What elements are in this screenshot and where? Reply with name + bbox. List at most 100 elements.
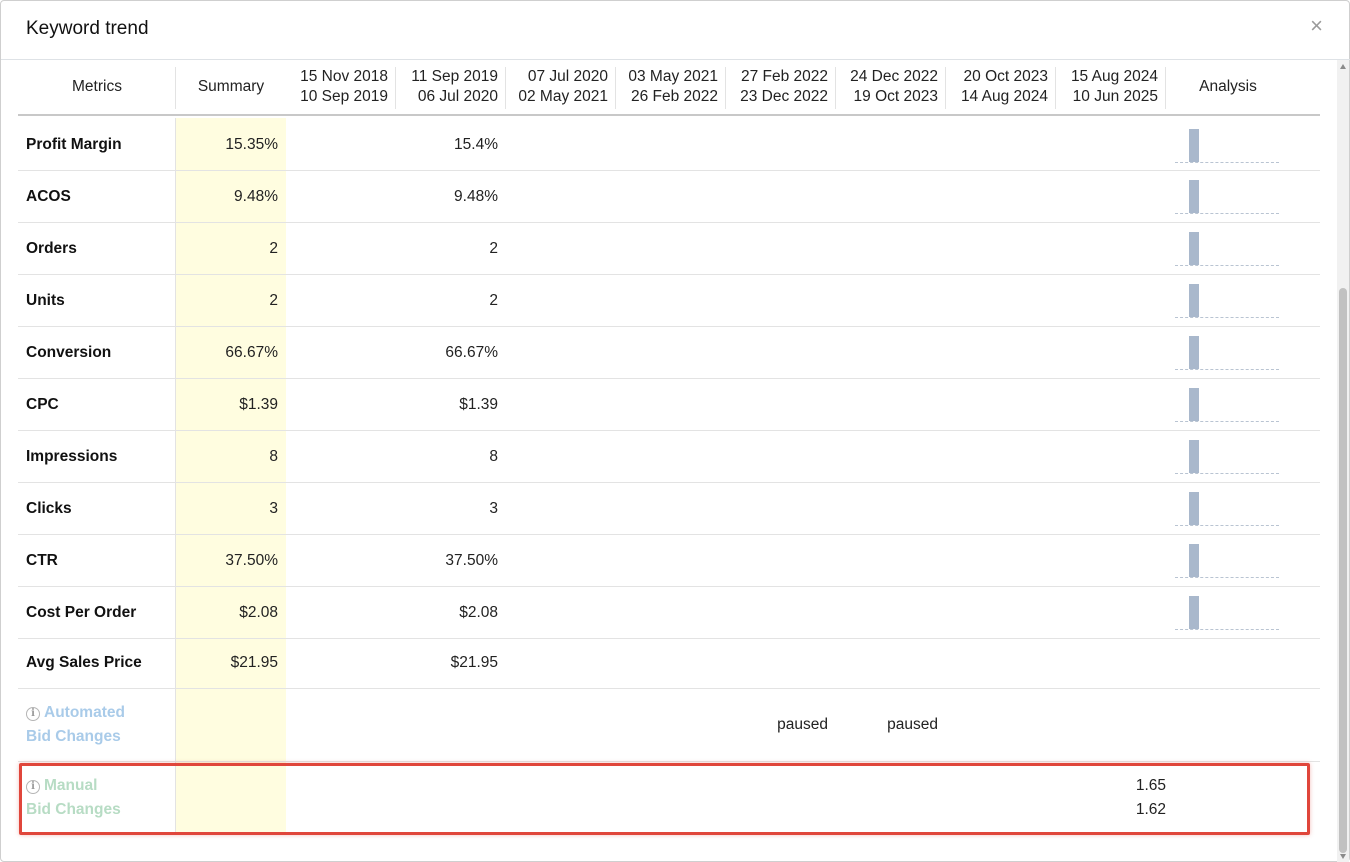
modal-header: Keyword trend × <box>1 1 1350 60</box>
summary-value: 66.67% <box>225 344 278 361</box>
table-row: CPC $1.39 $1.39 <box>18 379 1320 431</box>
sparkline-baseline <box>1175 525 1279 526</box>
period-start: 27 Feb 2022 <box>740 68 828 85</box>
header-period-2: 11 Sep 2019 06 Jul 2020 <box>396 60 506 114</box>
table-row: Conversion 66.67% 66.67% <box>18 327 1320 379</box>
scroll-thumb[interactable] <box>1339 288 1347 853</box>
sparkline-chart[interactable] <box>1175 335 1279 371</box>
metric-label: ACOS <box>26 188 71 205</box>
sparkline-chart[interactable] <box>1175 595 1279 631</box>
close-icon[interactable]: × <box>1310 15 1323 37</box>
metric-label: Units <box>26 292 65 309</box>
sparkline-chart[interactable] <box>1175 231 1279 267</box>
period-start: 11 Sep 2019 <box>411 68 498 85</box>
sparkline-baseline <box>1175 629 1279 630</box>
header-period-6: 24 Dec 2022 19 Oct 2023 <box>836 60 946 114</box>
period-start: 15 Nov 2018 <box>300 68 388 85</box>
info-icon[interactable]: i <box>26 707 40 721</box>
sparkline-chart[interactable] <box>1175 543 1279 579</box>
summary-value: $2.08 <box>239 604 278 621</box>
summary-value: 37.50% <box>225 552 278 569</box>
automated-bid-changes-label[interactable]: i Automated Bid Changes <box>26 701 125 749</box>
table-row: Orders 2 2 <box>18 223 1320 275</box>
sparkline-baseline <box>1175 577 1279 578</box>
period-value: 15.4% <box>454 136 498 153</box>
sparkline-baseline <box>1175 265 1279 266</box>
table-row: Impressions 8 8 <box>18 431 1320 483</box>
sparkline-bar <box>1189 440 1199 473</box>
scroll-down-arrow[interactable] <box>1340 854 1346 859</box>
period-value: 8 <box>489 448 498 465</box>
period-end: 10 Sep 2019 <box>300 88 388 105</box>
sparkline-bar <box>1189 284 1199 317</box>
period-value: $2.08 <box>459 604 498 621</box>
modal-title: Keyword trend <box>26 18 149 39</box>
period-end: 10 Jun 2025 <box>1072 88 1158 105</box>
period-value: 3 <box>489 500 498 517</box>
period-start: 20 Oct 2023 <box>963 68 1048 85</box>
table-row: Units 2 2 <box>18 275 1320 327</box>
period-start: 15 Aug 2024 <box>1070 68 1158 85</box>
metric-label: Conversion <box>26 344 112 361</box>
summary-value: $1.39 <box>239 396 278 413</box>
period-value: 2 <box>489 240 498 257</box>
table-row: ACOS 9.48% 9.48% <box>18 171 1320 223</box>
period-end: 02 May 2021 <box>518 88 608 105</box>
period-value: 37.50% <box>445 552 498 569</box>
sparkline-baseline <box>1175 369 1279 370</box>
header-period-7: 20 Oct 2023 14 Aug 2024 <box>946 60 1056 114</box>
summary-value: $21.95 <box>230 654 278 671</box>
table-header: Metrics Summary 15 Nov 2018 10 Sep 2019 … <box>18 60 1320 116</box>
table-row: Profit Margin 15.35% 15.4% <box>18 118 1320 171</box>
header-period-1: 15 Nov 2018 10 Sep 2019 <box>286 60 396 114</box>
sparkline-bar <box>1189 596 1199 629</box>
sparkline-chart[interactable] <box>1175 387 1279 423</box>
metric-label: CPC <box>26 396 59 413</box>
period-value: $21.95 <box>450 654 498 671</box>
sparkline-chart[interactable] <box>1175 491 1279 527</box>
keyword-trend-modal: Keyword trend × Metrics Summary 15 Nov 2… <box>0 0 1350 862</box>
header-metrics: Metrics <box>72 78 122 95</box>
summary-value: 2 <box>269 240 278 257</box>
summary-value: 15.35% <box>225 136 278 153</box>
period-end: 14 Aug 2024 <box>960 88 1048 105</box>
period-value: $1.39 <box>459 396 498 413</box>
sparkline-chart[interactable] <box>1175 283 1279 319</box>
summary-value: 2 <box>269 292 278 309</box>
automated-bid-changes-row: i Automated Bid Changes paused paused <box>18 689 1320 762</box>
header-analysis: Analysis <box>1199 78 1257 95</box>
sparkline-chart[interactable] <box>1175 128 1279 164</box>
metric-label: Avg Sales Price <box>26 654 142 671</box>
vertical-scrollbar[interactable] <box>1337 60 1349 862</box>
header-period-5: 27 Feb 2022 23 Dec 2022 <box>726 60 836 114</box>
period-end: 19 Oct 2023 <box>853 88 938 105</box>
summary-value: 9.48% <box>234 188 278 205</box>
table-row: Avg Sales Price $21.95 $21.95 <box>18 639 1320 689</box>
summary-value: 3 <box>269 500 278 517</box>
sparkline-baseline <box>1175 421 1279 422</box>
metric-label: Orders <box>26 240 77 257</box>
sparkline-bar <box>1189 129 1199 162</box>
period-start: 24 Dec 2022 <box>850 68 938 85</box>
automated-label-line2: Bid Changes <box>26 728 121 745</box>
metric-label: Clicks <box>26 500 72 517</box>
period-end: 26 Feb 2022 <box>630 88 718 105</box>
table-row: Clicks 3 3 <box>18 483 1320 535</box>
sparkline-chart[interactable] <box>1175 179 1279 215</box>
highlight-annotation <box>19 763 1310 835</box>
period-value: 2 <box>489 292 498 309</box>
metric-label: CTR <box>26 552 58 569</box>
column-divider <box>175 689 176 761</box>
summary-value: 8 <box>269 448 278 465</box>
period-end: 23 Dec 2022 <box>740 88 828 105</box>
period-start: 03 May 2021 <box>628 68 718 85</box>
metric-label: Cost Per Order <box>26 604 137 621</box>
period-start: 07 Jul 2020 <box>527 68 608 85</box>
sparkline-bar <box>1189 180 1199 213</box>
sparkline-chart[interactable] <box>1175 439 1279 475</box>
header-summary: Summary <box>197 78 265 95</box>
metric-label: Profit Margin <box>26 136 122 153</box>
automated-label-line1: Automated <box>44 704 125 721</box>
scroll-up-arrow[interactable] <box>1340 64 1346 69</box>
table-row: Cost Per Order $2.08 $2.08 <box>18 587 1320 639</box>
